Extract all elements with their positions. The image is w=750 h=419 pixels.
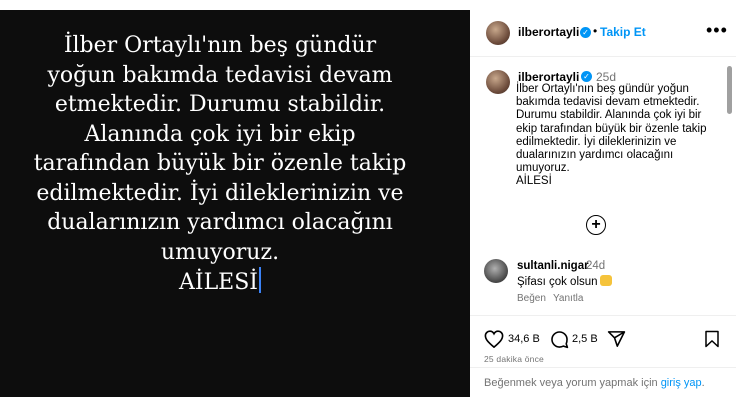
caption-timestamp[interactable]: 25d [596, 70, 616, 84]
verified-badge-icon: ✓ [580, 27, 591, 38]
avatar[interactable] [486, 21, 510, 45]
follow-button[interactable]: Takip Et [600, 25, 646, 39]
post-header: ilberortayli ✓ • Takip Et ••• [470, 10, 736, 57]
comments-count[interactable]: 2,5 B [572, 333, 598, 345]
caption-line: ekip tarafından büyük bir özenle takip [516, 122, 707, 135]
login-prompt: Beğenmek veya yorum yapmak için giriş ya… [484, 377, 705, 389]
comment-timestamp[interactable]: 24d [586, 260, 605, 272]
post-image[interactable]: İlber Ortaylı'nın beş gündür yoğun bakım… [0, 10, 470, 397]
post-text-line: tarafından büyük bir özenle takip [33, 151, 407, 176]
bookmark-icon[interactable] [704, 330, 720, 348]
post-text-line: edilmektedir. İyi dileklerinizin ve [36, 180, 404, 206]
load-more-comments-icon[interactable]: + [586, 215, 606, 235]
caption-line: İlber Ortaylı'nın beş gündür yoğun [516, 83, 689, 95]
login-prompt-suffix: . [701, 377, 705, 389]
verified-badge-icon: ✓ [581, 71, 592, 82]
caption-avatar[interactable] [486, 70, 510, 94]
post-text-line: yoğun bakımda tedavisi devam [47, 62, 393, 88]
caption-line: Durumu stabildir. Alanında çok iyi bir [516, 109, 702, 122]
divider [470, 367, 736, 368]
comment-reply-button[interactable]: Yanıtla [553, 293, 583, 304]
likes-count[interactable]: 34,6 B [508, 333, 540, 345]
text-cursor [259, 267, 261, 293]
caption-line: edilmektedir. İyi dileklerinizin ve [516, 135, 677, 148]
comment-like-button[interactable]: Beğen [517, 293, 546, 304]
instagram-post-embed: İlber Ortaylı'nın beş gündür yoğun bakım… [0, 10, 736, 397]
comment-username[interactable]: sultanli.nigar [517, 260, 589, 272]
login-link[interactable]: giriş yap [661, 377, 702, 389]
post-text-line: etmektedir. Durumu stabildir. [54, 92, 386, 117]
caption-text: İlber Ortaylı'nın beş gündür yoğun bakım… [516, 83, 716, 189]
post-time-ago[interactable]: 25 dakika önce [484, 354, 544, 364]
praying-hands-emoji-icon [599, 275, 612, 286]
comment-icon[interactable] [550, 330, 569, 349]
comment-avatar[interactable] [484, 259, 508, 283]
caption-username[interactable]: ilberortayli [518, 70, 579, 84]
login-prompt-text: Beğenmek veya yorum yapmak için [484, 377, 661, 389]
comments-scrollbar[interactable] [727, 66, 732, 114]
caption-line: bakımda tedavisi devam etmektedir. [516, 96, 700, 109]
action-bar: 34,6 B 2,5 B [470, 316, 736, 356]
comment-text-content: Şifası çok olsun [517, 276, 598, 288]
post-sidebar: ilberortayli ✓ • Takip Et ••• ilberortay… [470, 10, 736, 397]
caption-line: dualarınızın yardımcı olacağını [516, 149, 674, 162]
caption-line: AİLESİ [516, 175, 552, 188]
more-options-icon[interactable]: ••• [706, 20, 728, 41]
header-username[interactable]: ilberortayli [518, 25, 579, 39]
post-text-signature: AİLESİ [0, 267, 440, 298]
post-text-line: İlber Ortaylı'nın beş gündür [63, 33, 377, 58]
caption-line: umuyoruz. [516, 162, 570, 175]
post-text-line: umuyoruz. [160, 239, 280, 265]
comment-text: Şifası çok olsun [517, 275, 612, 288]
post-image-text: İlber Ortaylı'nın beş gündür yoğun bakım… [0, 31, 440, 298]
signature-text: AİLESİ [178, 270, 258, 295]
post-text-line: Alanında çok iyi bir ekip [84, 121, 356, 147]
separator-dot: • [593, 24, 598, 38]
share-icon[interactable] [607, 330, 626, 348]
heart-icon[interactable] [484, 330, 504, 348]
post-text-line: dualarınızın yardımcı olacağını [47, 210, 393, 235]
